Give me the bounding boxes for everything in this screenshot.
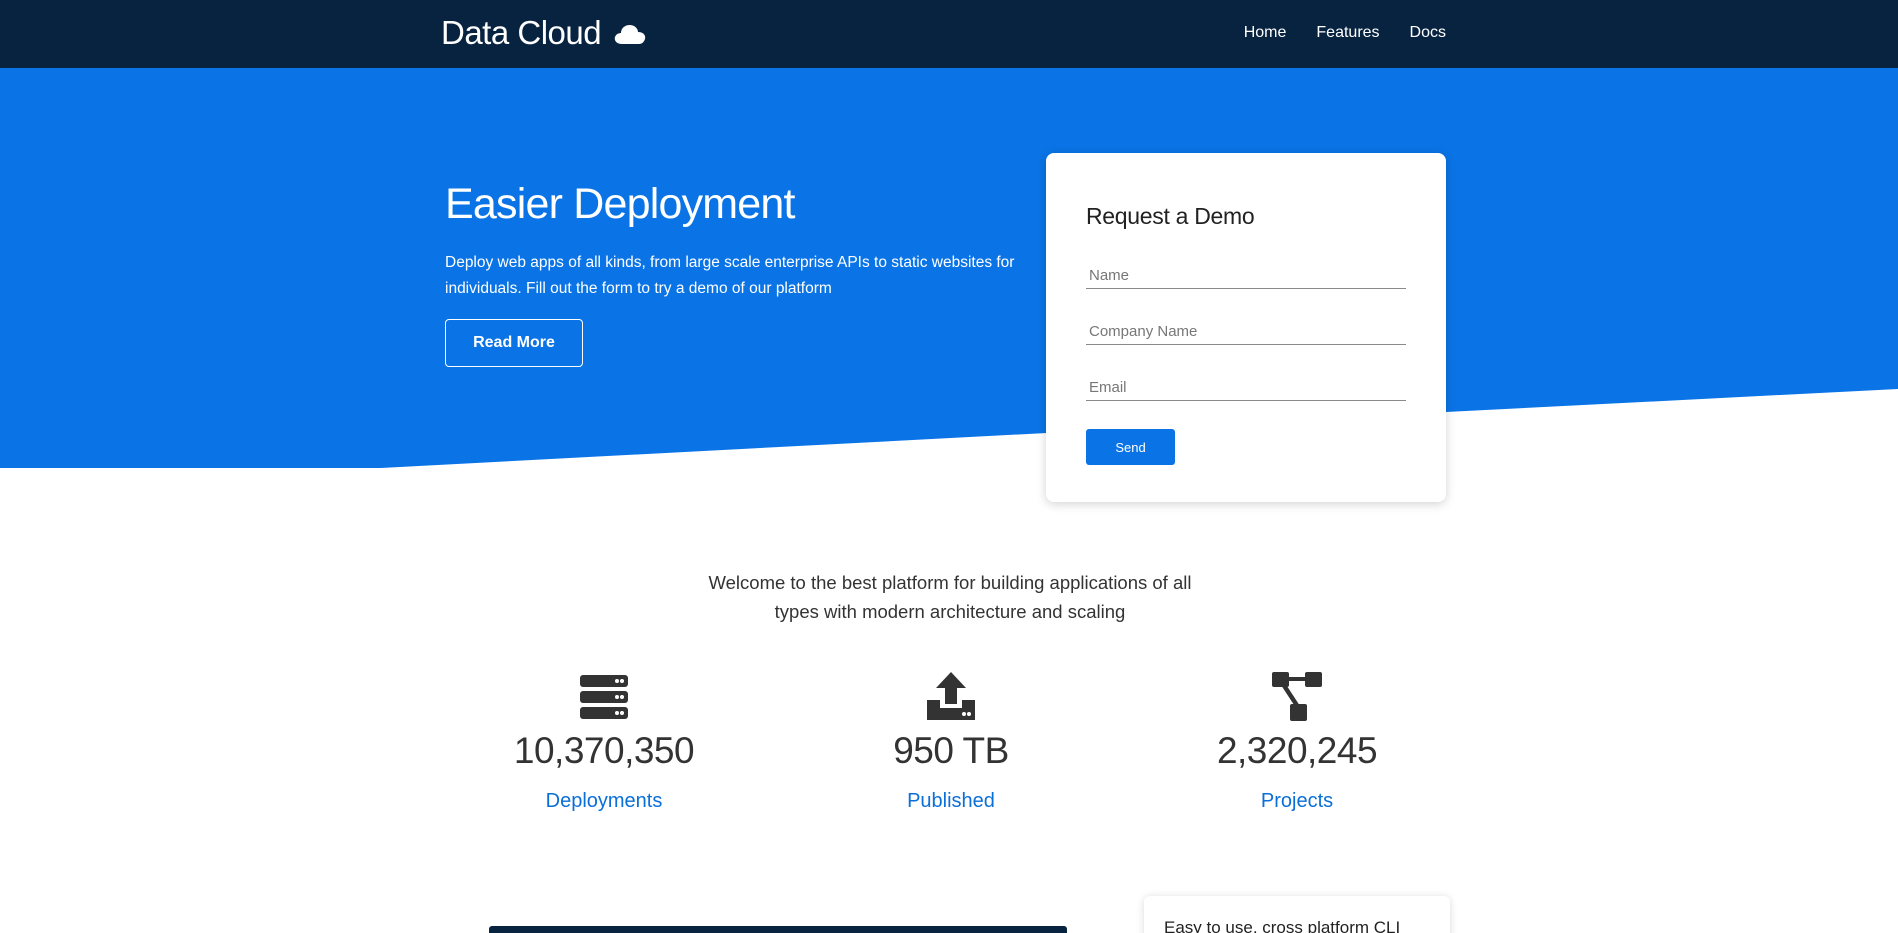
request-demo-card: Request a Demo Send [1046, 153, 1446, 502]
company-name-input[interactable] [1086, 319, 1406, 345]
stat-deployments-value: 10,370,350 [513, 730, 695, 771]
stat-deployments-label: Deployments [545, 790, 663, 812]
nav-menu: Home Features Docs [1244, 24, 1446, 42]
hero-description: Deploy web apps of all kinds, from large… [445, 254, 1015, 297]
terminal-preview [489, 926, 1067, 933]
navbar: Data Cloud Home Features Docs [0, 0, 1898, 68]
feature-card: Easy to use, cross platform CLI [1144, 896, 1450, 933]
cloud-icon [614, 25, 646, 44]
stat-projects: 2,320,245 Projects [1177, 670, 1417, 813]
email-input[interactable] [1086, 375, 1406, 401]
hero-section: Easier Deployment Deploy web apps of all… [0, 68, 1898, 468]
brand-name: Data Cloud [441, 14, 602, 51]
feature-card-text: Easy to use, cross platform CLI [1164, 918, 1401, 933]
stat-published-label: Published [907, 790, 995, 812]
hero-title: Easier Deployment [445, 180, 795, 228]
welcome-text: Welcome to the best platform for buildin… [708, 572, 1192, 622]
upload-icon [927, 672, 975, 720]
sitemap-icon [1272, 672, 1322, 721]
nav-features-link[interactable]: Features [1316, 24, 1379, 42]
request-demo-title: Request a Demo [1086, 203, 1255, 229]
nav-home-link[interactable]: Home [1244, 24, 1287, 42]
nav-docs-link[interactable]: Docs [1410, 24, 1446, 42]
server-icon [580, 675, 628, 719]
send-button[interactable]: Send [1086, 429, 1175, 465]
name-input[interactable] [1086, 263, 1406, 289]
brand-logo[interactable]: Data Cloud [441, 14, 647, 52]
read-more-button[interactable]: Read More [445, 319, 583, 367]
stat-projects-label: Projects [1260, 790, 1334, 812]
stat-projects-value: 2,320,245 [1216, 730, 1378, 771]
stat-published-value: 950 TB [893, 730, 1009, 771]
stat-deployments: 10,370,350 Deployments [484, 670, 724, 813]
stat-published: 950 TB Published [831, 670, 1071, 813]
